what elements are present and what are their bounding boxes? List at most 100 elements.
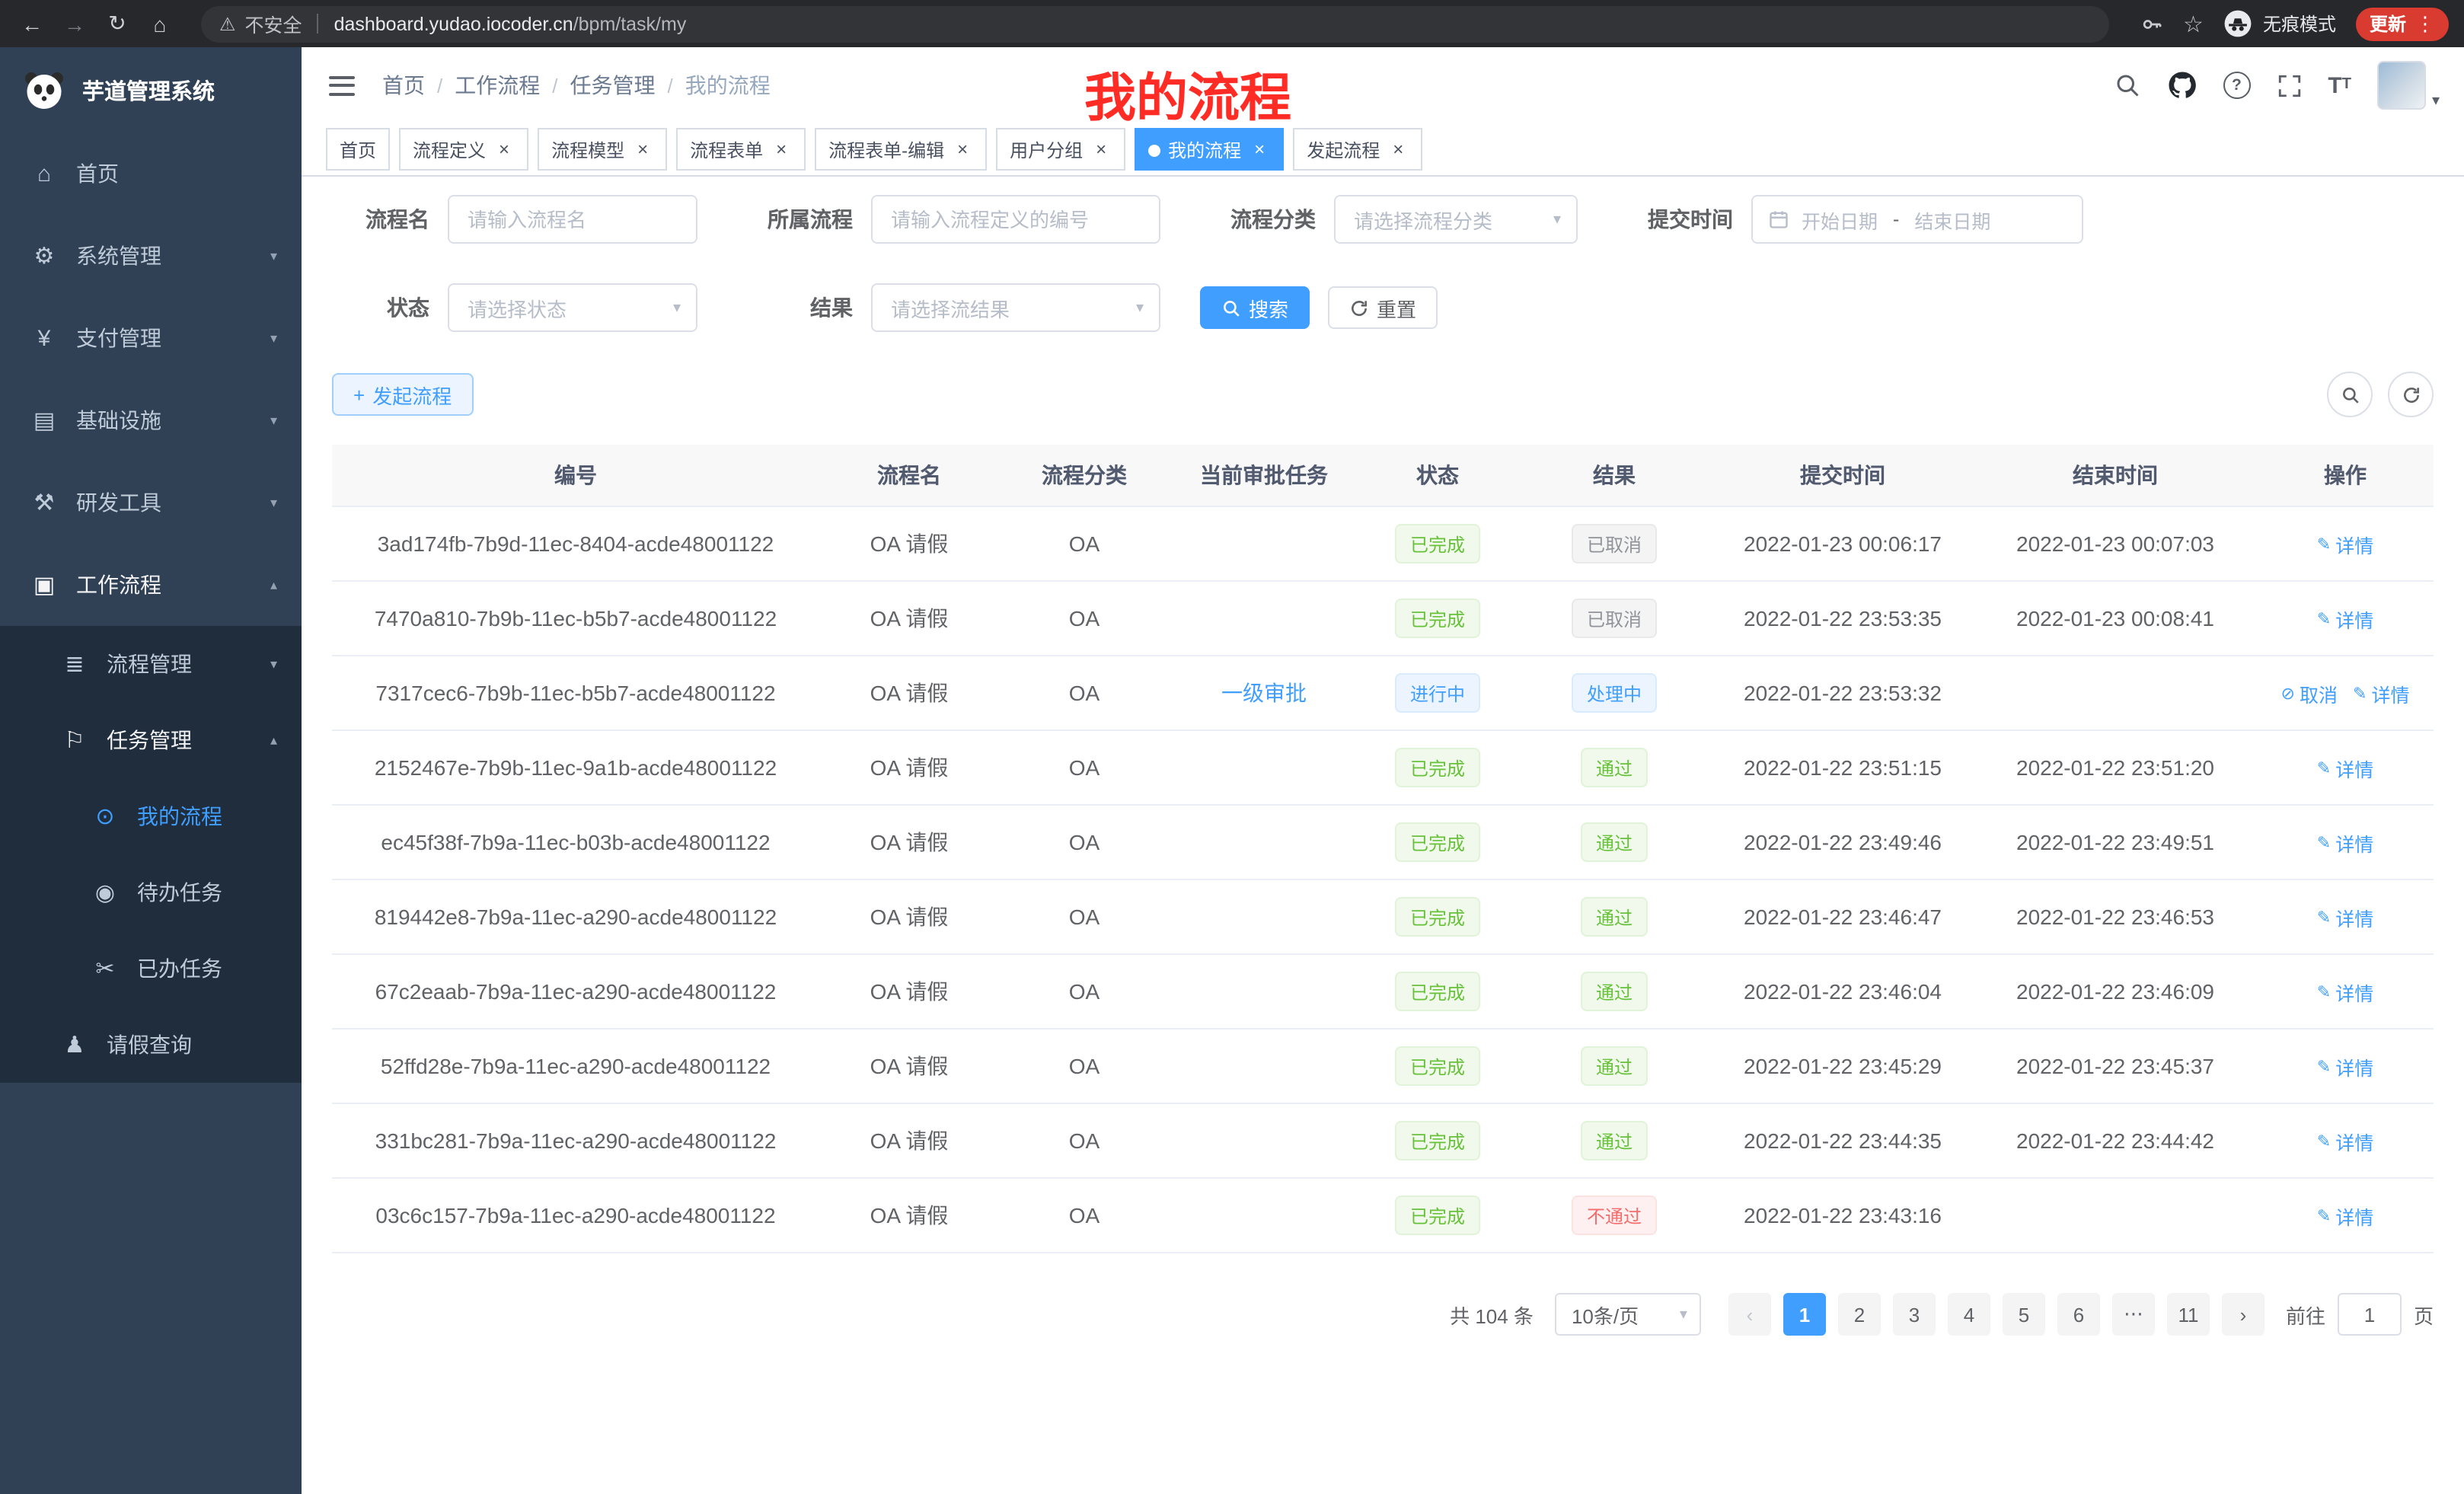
page-button[interactable]: 3 [1893,1293,1936,1336]
page-button[interactable]: 1 [1783,1293,1826,1336]
start-process-button[interactable]: + 发起流程 [332,373,473,416]
key-icon[interactable] [2139,11,2163,36]
page-button[interactable]: 6 [2057,1293,2100,1336]
sidebar-item-done-tasks[interactable]: ✂ 已办任务 [0,931,302,1007]
date-range-picker[interactable]: 开始日期 - 结束日期 [1751,195,2083,244]
tab-tag[interactable]: 流程表单 × [676,128,806,171]
breadcrumb-task-management[interactable]: 任务管理 [570,70,656,101]
help-icon[interactable]: ? [2223,72,2250,99]
close-icon[interactable]: × [632,139,653,160]
cell-current-task [1170,731,1358,804]
result-select[interactable]: 请选择流结果 ▾ [871,283,1160,332]
github-icon[interactable] [2166,70,2197,101]
cell-category: OA [999,806,1170,879]
detail-action[interactable]: ✎详情 [2353,678,2409,707]
close-icon[interactable]: × [771,139,792,160]
close-icon[interactable]: × [952,139,973,160]
incognito-label: 无痕模式 [2263,11,2336,37]
page-button[interactable]: ⋯ [2112,1293,2155,1336]
process-definition-input[interactable] [871,195,1160,244]
detail-action[interactable]: ✎详情 [2317,604,2373,633]
search-icon[interactable] [2113,72,2140,99]
sidebar-item-my-process[interactable]: ⊙ 我的流程 [0,778,302,854]
back-icon[interactable]: ← [15,7,49,40]
tab-tag[interactable]: 用户分组 × [996,128,1125,171]
sidebar-item-payment[interactable]: ¥ 支付管理 ▾ [0,297,302,379]
close-icon[interactable]: × [1090,139,1112,160]
task-link[interactable]: 一级审批 [1221,678,1307,708]
detail-action[interactable]: ✎详情 [2317,977,2373,1006]
page-button[interactable]: 4 [1948,1293,1990,1336]
start-date-placeholder[interactable]: 开始日期 [1802,205,1878,234]
menu-kebab-icon[interactable]: ⋮ [2415,11,2435,36]
tab-tag[interactable]: 首页 [326,128,390,171]
detail-action[interactable]: ✎详情 [2317,529,2373,558]
page-button[interactable]: 5 [2003,1293,2045,1336]
reset-button[interactable]: 重置 [1328,286,1438,329]
page-button[interactable]: 2 [1838,1293,1881,1336]
status-select[interactable]: 请选择状态 ▾ [448,283,697,332]
tab-tag[interactable]: 流程表单-编辑 × [815,128,987,171]
tab-tag[interactable]: 发起流程 × [1293,128,1422,171]
refresh-table-button[interactable] [2388,372,2434,417]
page-size-select[interactable]: 10条/页 ▾ [1555,1293,1701,1336]
sidebar-item-workflow[interactable]: ▣ 工作流程 ▴ [0,544,302,626]
screen: ← → ↻ ⌂ ⚠ 不安全 dashboard.yudao.iocoder.cn… [0,0,2464,1494]
detail-action[interactable]: ✎详情 [2317,1126,2373,1155]
result-badge: 处理中 [1572,673,1657,713]
update-button[interactable]: 更新 ⋮ [2356,7,2449,40]
tools-icon: ⚒ [30,489,58,516]
tab-tag[interactable]: 流程模型 × [538,128,667,171]
user-menu[interactable]: ▾ [2377,61,2440,110]
forward-icon[interactable]: → [58,7,91,40]
hamburger-icon[interactable] [326,69,358,101]
breadcrumb-home[interactable]: 首页 [382,70,425,101]
search-button[interactable]: 搜索 [1200,286,1310,329]
detail-action[interactable]: ✎详情 [2317,753,2373,782]
prev-page-button[interactable]: ‹ [1728,1293,1771,1336]
detail-action[interactable]: ✎详情 [2317,902,2373,931]
sidebar-item-devtools[interactable]: ⚒ 研发工具 ▾ [0,461,302,544]
font-size-icon[interactable]: TT [2328,74,2351,97]
col-result: 结果 [1517,445,1712,506]
detail-action[interactable]: ✎详情 [2317,1052,2373,1081]
search-toggle-button[interactable] [2327,372,2373,417]
tab-tag[interactable]: 我的流程 × [1135,128,1284,171]
address-bar[interactable]: ⚠ 不安全 dashboard.yudao.iocoder.cn/bpm/tas… [201,5,2108,42]
logo[interactable]: 芋道管理系统 [0,47,302,132]
detail-action[interactable]: ✎详情 [2317,828,2373,857]
breadcrumb-workflow[interactable]: 工作流程 [455,70,540,101]
sidebar-item-todo-tasks[interactable]: ◉ 待办任务 [0,854,302,931]
avatar[interactable] [2377,61,2426,110]
category-select[interactable]: 请选择流程分类 ▾ [1334,195,1578,244]
sidebar-item-process-management[interactable]: ≣ 流程管理 ▾ [0,626,302,702]
process-name-input[interactable] [448,195,697,244]
bookmark-star-icon[interactable]: ☆ [2183,10,2204,37]
end-date-placeholder[interactable]: 结束日期 [1914,205,1990,234]
security-label[interactable]: 不安全 [245,9,302,38]
cancel-action[interactable]: ⊘取消 [2281,678,2338,707]
fullscreen-icon[interactable] [2276,72,2302,98]
page-button[interactable]: 11 [2167,1293,2210,1336]
sidebar-item-system[interactable]: ⚙ 系统管理 ▾ [0,215,302,297]
sidebar-item-infrastructure[interactable]: ▤ 基础设施 ▾ [0,379,302,461]
cell-status: 已完成 [1358,1179,1517,1252]
calendar-icon [1768,209,1789,230]
reload-icon[interactable]: ↻ [101,7,134,40]
sidebar-item-task-management[interactable]: ⚐ 任务管理 ▴ [0,702,302,778]
next-page-button[interactable]: › [2222,1293,2265,1336]
process-definition-label: 所属流程 [737,204,853,235]
search-icon [2340,385,2360,404]
col-submit-time: 提交时间 [1712,445,1974,506]
url-text[interactable]: dashboard.yudao.iocoder.cn/bpm/task/my [334,13,687,34]
cell-process-id: 2152467e-7b9b-11ec-9a1b-acde48001122 [332,731,819,804]
tab-tag[interactable]: 流程定义 × [399,128,528,171]
detail-action[interactable]: ✎详情 [2317,1201,2373,1230]
goto-page-input[interactable] [2338,1293,2402,1336]
close-icon[interactable]: × [1387,139,1409,160]
sidebar-item-home[interactable]: ⌂ 首页 [0,132,302,215]
close-icon[interactable]: × [1249,139,1270,160]
browser-home-icon[interactable]: ⌂ [143,7,177,40]
sidebar-item-leave-query[interactable]: ♟ 请假查询 [0,1007,302,1083]
close-icon[interactable]: × [493,139,515,160]
